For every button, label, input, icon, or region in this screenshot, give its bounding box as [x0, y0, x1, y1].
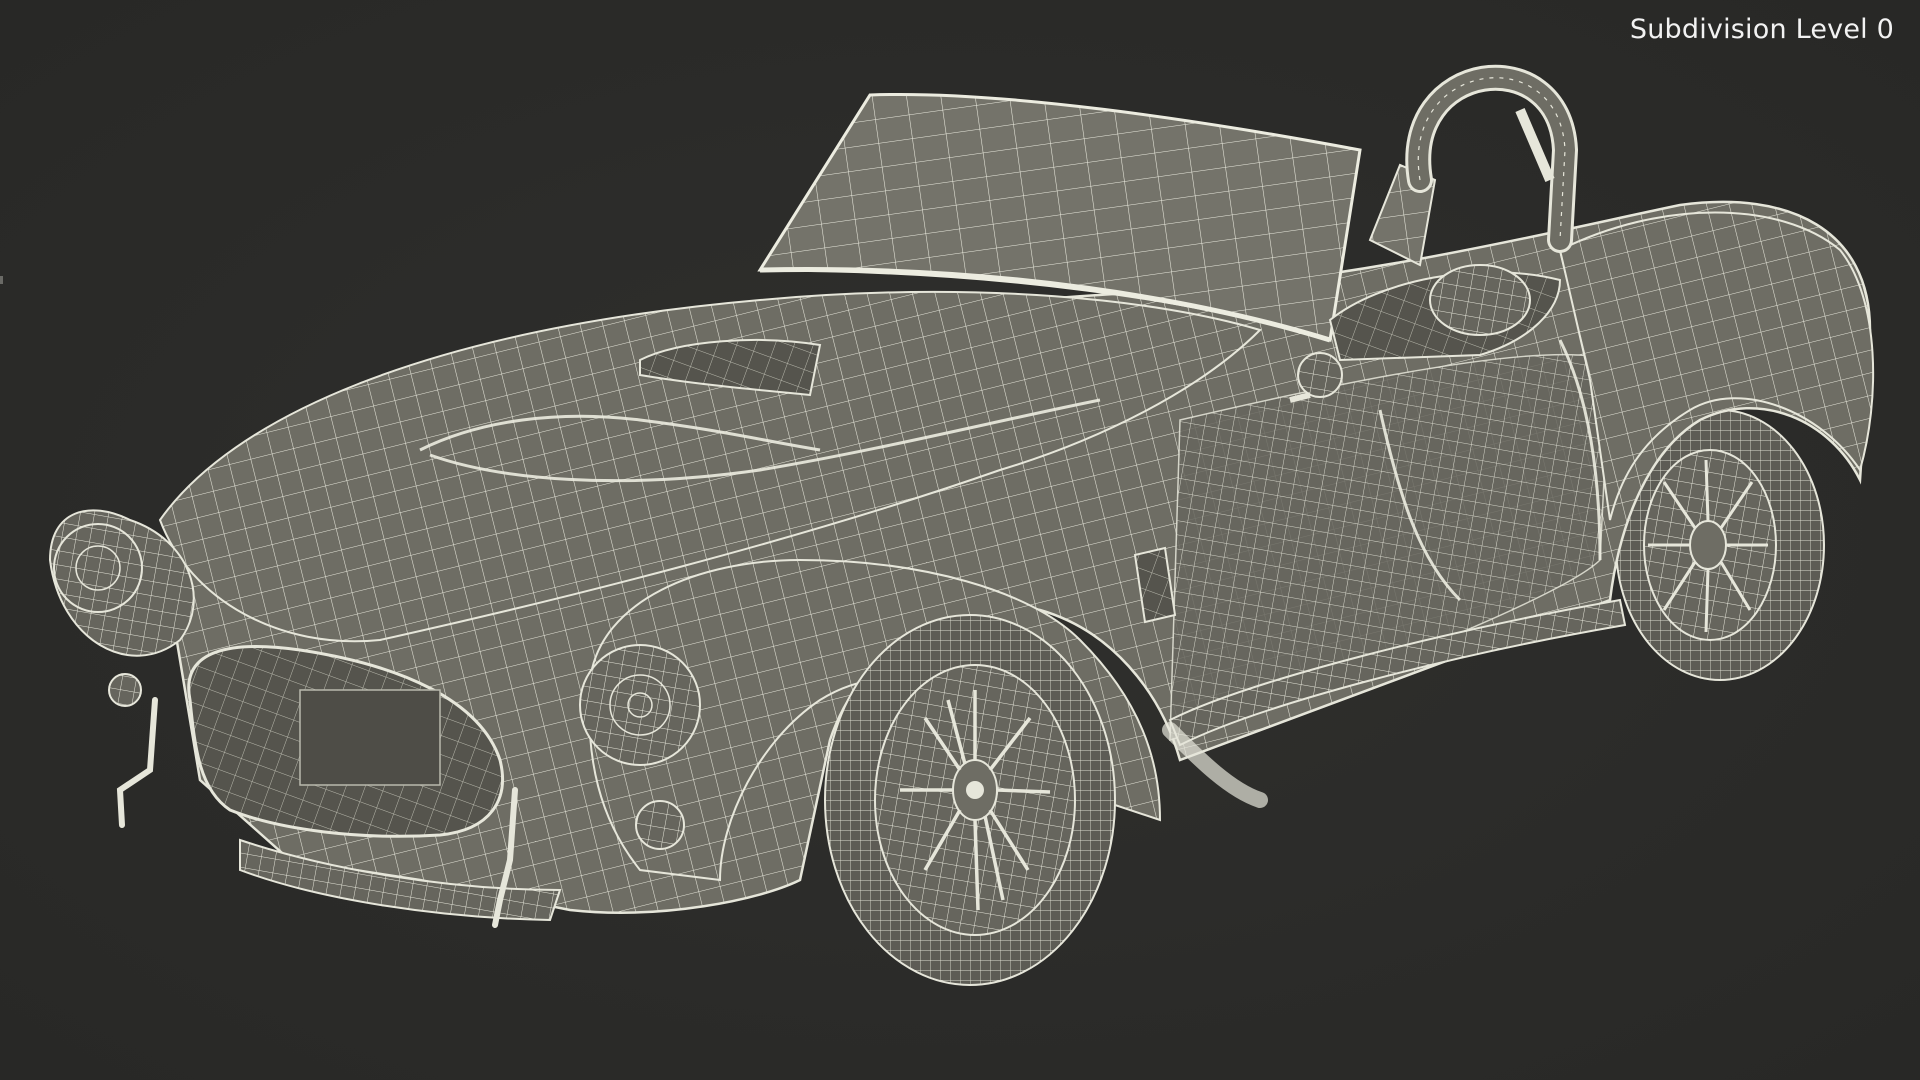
- 3d-viewport[interactable]: Subdivision Level 0: [0, 0, 1920, 1080]
- front-wheel: [824, 614, 1116, 986]
- car-wireframe-model[interactable]: [0, 0, 1920, 1080]
- right-headlight: [579, 644, 701, 766]
- subdivision-level-label: Subdivision Level 0: [1629, 14, 1894, 45]
- roll-bar: [1405, 64, 1579, 253]
- left-headlight: [53, 523, 143, 613]
